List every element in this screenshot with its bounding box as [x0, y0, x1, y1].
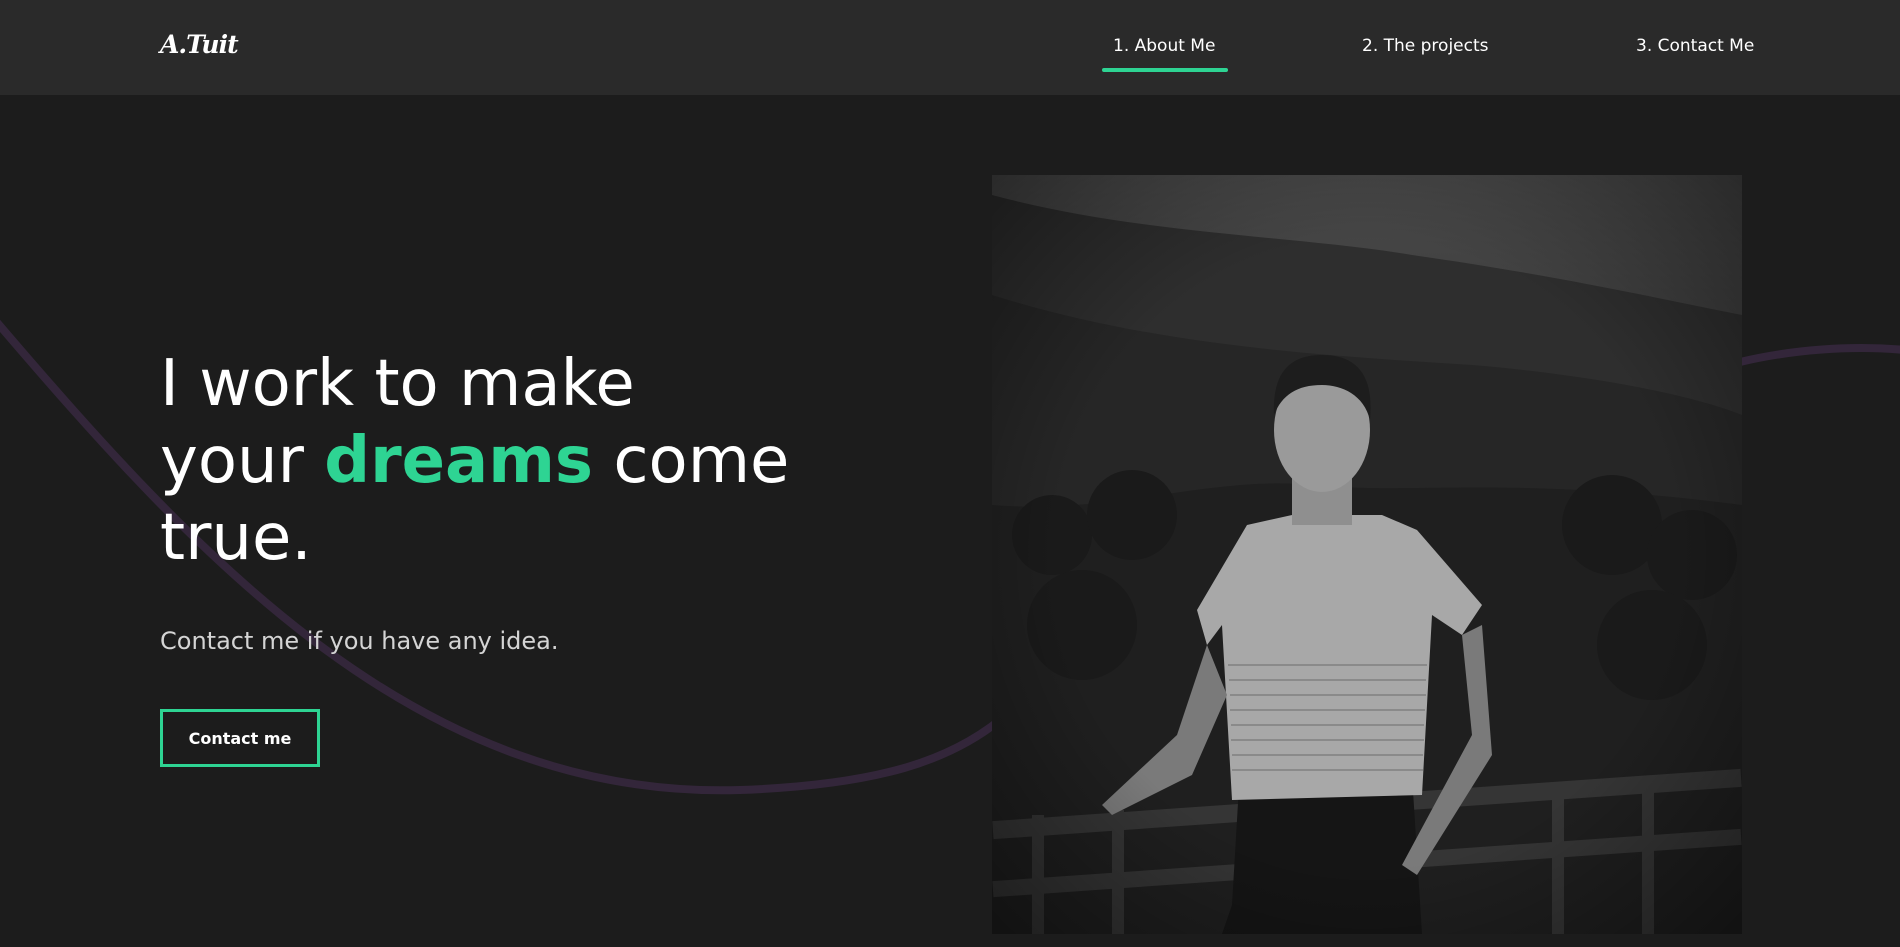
hero-title-line-3: true. [160, 501, 312, 575]
hero-title-line-1: I work to make [160, 347, 635, 421]
hero-title-line-2-start: your [160, 424, 325, 498]
logo[interactable]: A.Tuit [160, 30, 239, 59]
contact-me-button[interactable]: Contact me [160, 709, 320, 767]
hero-title: I work to make your dreams come true. [160, 346, 789, 577]
hero-title-highlight: dreams [324, 424, 593, 498]
nav-link-contact-me[interactable]: 3. Contact Me [1636, 36, 1754, 56]
nav-link-about-me[interactable]: 1. About Me [1113, 36, 1215, 56]
active-nav-indicator [1102, 68, 1228, 72]
hero-subtitle: Contact me if you have any idea. [160, 627, 559, 655]
portrait-photo-icon [992, 175, 1742, 934]
portrait-photo [992, 175, 1742, 934]
hero-title-line-2-end: come [593, 424, 790, 498]
navbar: A.Tuit 1. About Me 2. The projects 3. Co… [0, 0, 1900, 95]
nav-link-the-projects[interactable]: 2. The projects [1362, 36, 1489, 56]
